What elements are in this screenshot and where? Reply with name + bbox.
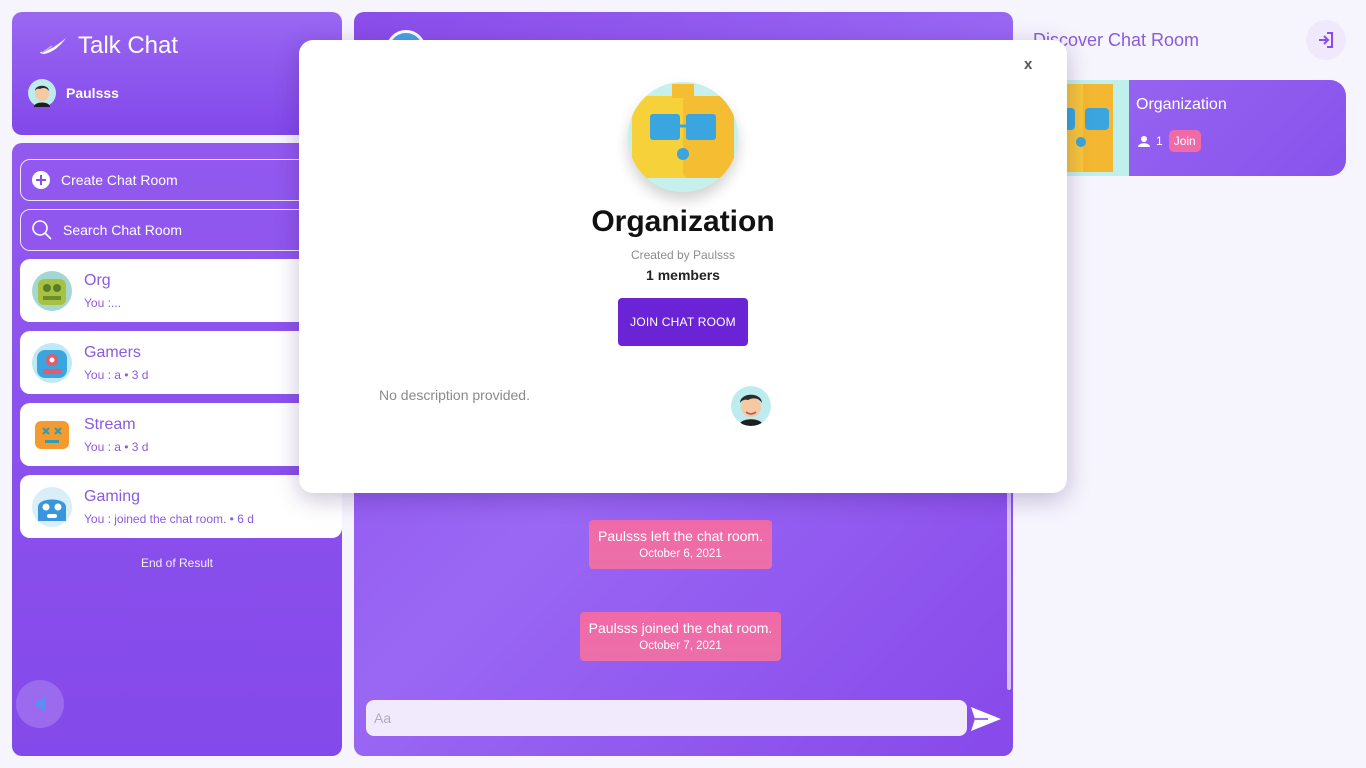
brand-card: Talk Chat Paulsss xyxy=(12,12,342,135)
system-message-text: Paulsss joined the chat room. xyxy=(588,620,773,636)
room-avatar xyxy=(32,415,72,455)
room-item-gaming[interactable]: Gaming You : joined the chat room. • 6 d xyxy=(20,475,342,538)
search-icon xyxy=(32,220,52,240)
discover-room-meta: 1 Join xyxy=(1138,130,1201,152)
room-item-org[interactable]: Org You :... xyxy=(20,259,342,322)
room-member-count: 1 members xyxy=(646,267,720,283)
discover-room-name: Organization xyxy=(1136,96,1227,113)
robot-icon xyxy=(32,415,72,455)
chevron-left-icon xyxy=(34,696,45,712)
room-details-modal: x Organization Created by Paulsss 1 memb… xyxy=(299,40,1067,493)
current-user[interactable]: Paulsss xyxy=(28,79,119,107)
member-avatar[interactable] xyxy=(731,386,771,426)
plus-circle-icon xyxy=(32,171,50,189)
chat-scrollbar[interactable] xyxy=(1007,492,1011,690)
join-chat-room-button[interactable]: JOIN CHAT ROOM xyxy=(618,298,748,346)
feather-logo-icon xyxy=(40,38,66,54)
system-message-text: Paulsss left the chat room. xyxy=(598,528,763,544)
search-chat-room-label: Search Chat Room xyxy=(63,222,183,238)
discover-room-card[interactable]: Organization 1 Join xyxy=(1033,80,1346,176)
message-input[interactable] xyxy=(366,700,967,736)
room-avatar xyxy=(32,343,72,383)
logout-icon xyxy=(1319,32,1333,48)
room-preview: You : joined the chat room. • 6 d xyxy=(84,512,254,526)
room-avatar xyxy=(32,487,72,527)
system-message-date: October 6, 2021 xyxy=(639,548,722,560)
room-name: Gaming xyxy=(84,488,141,505)
discover-room-member-count: 1 xyxy=(1156,134,1163,148)
room-name: Org xyxy=(84,272,111,289)
room-item-gamers[interactable]: Gamers You : a • 3 d xyxy=(20,331,342,394)
room-name: Gamers xyxy=(84,344,141,361)
avatar xyxy=(28,79,56,107)
room-created-by: Created by Paulsss xyxy=(630,248,736,262)
rooms-panel: Create Chat Room Search Chat Room Org Yo… xyxy=(12,143,342,756)
search-chat-room-button[interactable]: Search Chat Room xyxy=(20,209,342,251)
create-chat-room-label: Create Chat Room xyxy=(61,172,178,188)
robot-icon xyxy=(32,271,72,311)
room-preview: You : a • 3 d xyxy=(84,440,149,454)
discover-join-button[interactable]: Join xyxy=(1168,130,1201,152)
send-icon xyxy=(971,707,1001,731)
system-message: Paulsss joined the chat room. October 7,… xyxy=(580,612,781,661)
room-name: Stream xyxy=(84,416,136,433)
system-message-date: October 7, 2021 xyxy=(639,640,722,652)
room-description: No description provided. xyxy=(379,387,530,403)
robot-icon xyxy=(32,343,72,383)
close-button[interactable]: x xyxy=(1024,56,1032,73)
end-of-result-text: End of Result xyxy=(140,556,214,570)
room-avatar xyxy=(32,271,72,311)
room-preview: You :... xyxy=(84,296,121,310)
user-name: Paulsss xyxy=(66,85,119,101)
user-icon xyxy=(1138,136,1150,147)
create-chat-room-button[interactable]: Create Chat Room xyxy=(20,159,342,201)
room-avatar xyxy=(628,82,738,192)
room-preview: You : a • 3 d xyxy=(84,368,149,382)
collapse-sidebar-button[interactable] xyxy=(16,680,64,728)
app-title: Talk Chat xyxy=(78,32,179,59)
logout-button[interactable] xyxy=(1306,20,1346,60)
robot-icon xyxy=(628,82,738,192)
robot-icon xyxy=(32,487,72,527)
brand-header: Talk Chat xyxy=(38,32,178,60)
avatar xyxy=(731,386,771,426)
room-title: Organization xyxy=(591,205,775,238)
room-item-stream[interactable]: Stream You : a • 3 d xyxy=(20,403,342,466)
system-message: Paulsss left the chat room. October 6, 2… xyxy=(589,520,772,569)
send-button[interactable] xyxy=(970,705,1002,733)
